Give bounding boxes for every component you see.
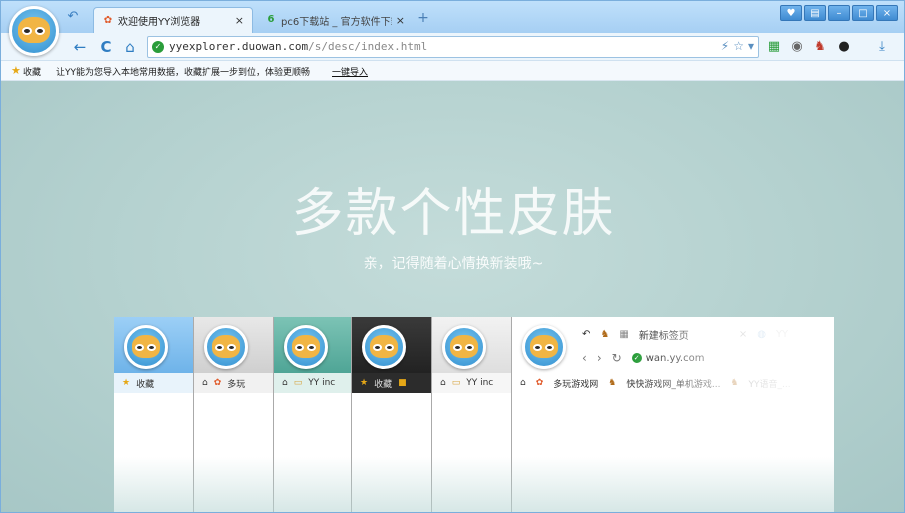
lightning-icon[interactable]: ⚡ bbox=[721, 39, 729, 53]
favorites-link[interactable]: 收藏 bbox=[23, 65, 41, 78]
raccoon-mascot-icon bbox=[522, 325, 566, 369]
skin-previews: ★收藏 ⌂✿多玩 ⌂▭YY inc ★收藏■ ⌂▭YY inc bbox=[114, 317, 834, 512]
hero-title: 多款个性皮肤 bbox=[291, 184, 616, 244]
skin-preview-white[interactable]: ↶ ♞ ▦ 新建标签页 × ◍ YY ‹ › ↻ ✓ wan.yy.com ⌂ … bbox=[512, 317, 834, 512]
forward-icon: › bbox=[596, 351, 602, 365]
yy-logo-icon: ◍ bbox=[757, 329, 766, 340]
download-icon[interactable]: ⤓ bbox=[873, 38, 891, 56]
preview-url: wan.yy.com bbox=[645, 352, 705, 364]
address-bar[interactable]: ✓ yyexplorer.duowan.com/s/desc/index.htm… bbox=[147, 36, 759, 58]
star-bookmark-icon[interactable]: ☆ bbox=[733, 39, 744, 53]
game-extension-icon[interactable]: ♞ bbox=[811, 38, 829, 56]
hero-subtitle: 亲，记得随着心情换新装哦~ bbox=[363, 256, 544, 272]
dropdown-arrow-icon[interactable]: ▾ bbox=[748, 39, 754, 53]
raccoon-mascot-icon bbox=[124, 325, 168, 369]
title-bar: ↶ ✿ 欢迎使用YY浏览器 × 6 pc6下载站 _ 官方软件下载 × + ♥ … bbox=[1, 1, 904, 33]
tab-pc6[interactable]: 6 pc6下载站 _ 官方软件下载 × bbox=[257, 7, 413, 33]
close-tab-icon[interactable]: × bbox=[235, 14, 244, 27]
secure-check-icon: ✓ bbox=[152, 41, 164, 53]
user-avatar[interactable] bbox=[9, 6, 59, 56]
close-window-button[interactable]: × bbox=[876, 5, 898, 21]
page-content: 多款个性皮肤 亲，记得随着心情换新装哦~ ★ 收藏 ⌂ ✿ 多玩 ⌂ ▭ YY inc ★… bbox=[1, 81, 904, 512]
game-icon: ♞ bbox=[600, 329, 610, 340]
address-tools: ⚡ ☆ ▾ bbox=[721, 39, 754, 53]
secure-check-icon: ✓ bbox=[631, 353, 642, 363]
apps-grid-icon[interactable]: ▦ bbox=[765, 38, 783, 56]
preview-tab-label: 新建标签页 bbox=[638, 331, 689, 342]
raccoon-mascot-icon bbox=[442, 325, 486, 369]
browser-window: ↶ ✿ 欢迎使用YY浏览器 × 6 pc6下载站 _ 官方软件下载 × + ♥ … bbox=[0, 0, 905, 513]
skin-preview-dark[interactable]: ★ 收藏 ■ bbox=[352, 317, 432, 512]
undo-icon: ↶ bbox=[582, 329, 591, 340]
skin-preview-blue[interactable]: ★ 收藏 bbox=[114, 317, 194, 512]
media-extension-icon[interactable]: ● bbox=[835, 38, 853, 56]
navigation-bar: ← C ⌂ ✓ yyexplorer.duowan.com/s/desc/ind… bbox=[1, 33, 904, 61]
maximize-button[interactable]: □ bbox=[852, 5, 874, 21]
undo-close-tab-icon[interactable]: ↶ bbox=[63, 9, 83, 25]
skin-preview-gray[interactable]: ⌂ ✿ 多玩 bbox=[194, 317, 274, 512]
import-tip-text: 让YY能为您导入本地常用数据，收藏扩展一步到位，体验更顺畅 bbox=[56, 68, 310, 78]
raccoon-mascot-icon bbox=[18, 17, 50, 43]
back-icon: ‹ bbox=[582, 351, 587, 365]
home-icon: ⌂ bbox=[520, 378, 526, 388]
skin-preview-light[interactable]: ⌂ ▭ YY inc bbox=[432, 317, 512, 512]
minimize-button[interactable]: – bbox=[828, 5, 850, 21]
grid-icon: ▦ bbox=[619, 329, 629, 340]
tab-label: 欢迎使用YY浏览器 bbox=[118, 17, 201, 28]
url-text[interactable]: yyexplorer.duowan.com/s/desc/index.html bbox=[169, 40, 427, 53]
skin-preview-teal[interactable]: ⌂ ▭ YY inc bbox=[274, 317, 352, 512]
pc6-logo-icon: 6 bbox=[267, 14, 275, 25]
tab-welcome[interactable]: ✿ 欢迎使用YY浏览器 × bbox=[93, 7, 253, 33]
refresh-button[interactable]: C bbox=[97, 38, 115, 56]
new-tab-button[interactable]: + bbox=[415, 10, 431, 26]
yy-logo-icon: ✿ bbox=[103, 14, 113, 26]
import-link[interactable]: 一键导入 bbox=[332, 65, 368, 78]
eyes-icon[interactable]: ◉ bbox=[788, 38, 806, 56]
preview-close-icon: × bbox=[738, 329, 748, 340]
raccoon-mascot-icon bbox=[284, 325, 328, 369]
window-controls: ♥ ▤ – □ × bbox=[780, 5, 898, 21]
star-folder-icon: ★ bbox=[11, 64, 21, 77]
raccoon-mascot-icon bbox=[362, 325, 406, 369]
bookmarks-bar: ★ 收藏 让YY能为您导入本地常用数据，收藏扩展一步到位，体验更顺畅 一键导入 bbox=[1, 61, 904, 81]
back-button[interactable]: ← bbox=[71, 38, 89, 56]
home-button[interactable]: ⌂ bbox=[121, 38, 139, 56]
refresh-icon: ↻ bbox=[611, 351, 622, 365]
raccoon-mascot-icon bbox=[204, 325, 248, 369]
tab-label: pc6下载站 _ 官方软件下载 bbox=[281, 16, 392, 28]
menu-icon[interactable]: ▤ bbox=[804, 5, 826, 21]
close-tab-icon[interactable]: × bbox=[396, 14, 405, 27]
skin-icon[interactable]: ♥ bbox=[780, 5, 802, 21]
